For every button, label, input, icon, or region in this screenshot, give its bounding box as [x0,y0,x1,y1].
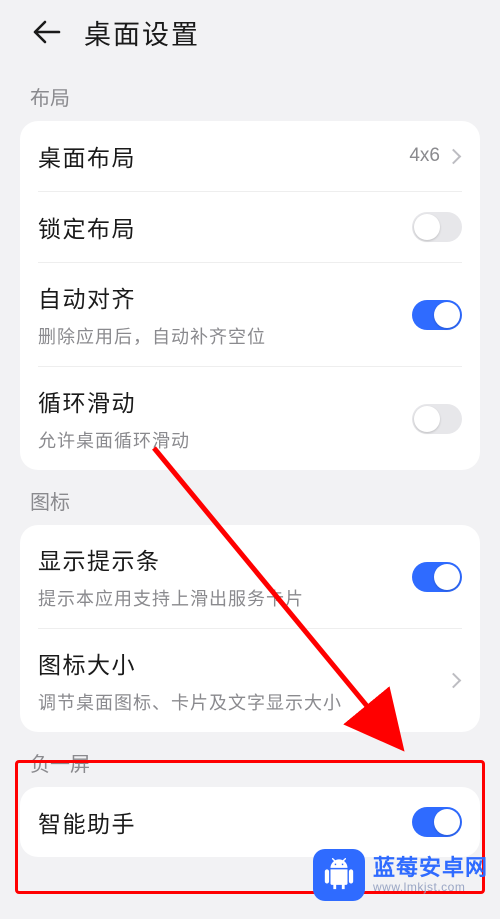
page-title: 桌面设置 [84,13,200,52]
toggle-loop-scroll[interactable] [412,404,462,434]
row-title: 锁定布局 [38,210,412,244]
toggle-assistant[interactable] [412,807,462,837]
row-hint-bar[interactable]: 显示提示条 提示本应用支持上滑出服务卡片 [20,525,480,628]
chevron-right-icon [446,673,462,689]
toggle-auto-align[interactable] [412,300,462,330]
section-label-icons: 图标 [0,470,500,525]
row-subtitle: 提示本应用支持上滑出服务卡片 [38,585,412,611]
row-title: 自动对齐 [38,280,412,314]
back-button[interactable] [28,14,64,50]
back-arrow-icon [31,19,61,45]
row-subtitle: 删除应用后，自动补齐空位 [38,323,412,349]
header: 桌面设置 [0,0,500,66]
row-subtitle: 允许桌面循环滑动 [38,427,412,453]
section-label-minus-one: 负一屏 [0,732,500,787]
row-layout-grid[interactable]: 桌面布局 4x6 [20,121,480,191]
row-loop-scroll[interactable]: 循环滑动 允许桌面循环滑动 [20,367,480,470]
row-icon-size[interactable]: 图标大小 调节桌面图标、卡片及文字显示大小 [20,629,480,732]
watermark-name: 蓝莓安卓网 [373,855,488,880]
group-minus-one: 智能助手 [20,787,480,857]
chevron-right-icon [446,148,462,164]
row-subtitle: 调节桌面图标、卡片及文字显示大小 [38,689,448,715]
row-assistant[interactable]: 智能助手 [20,787,480,857]
group-layout: 桌面布局 4x6 锁定布局 自动对齐 删除应用后，自动补齐空位 循环滑动 允许桌… [20,121,480,470]
row-value-layout-grid: 4x6 [409,145,440,167]
row-auto-align[interactable]: 自动对齐 删除应用后，自动补齐空位 [20,263,480,366]
row-title: 智能助手 [38,805,412,839]
toggle-lock-layout[interactable] [412,212,462,242]
toggle-hint-bar[interactable] [412,562,462,592]
row-title: 图标大小 [38,646,448,680]
row-title: 桌面布局 [38,139,409,173]
row-lock-layout[interactable]: 锁定布局 [20,192,480,262]
watermark-url: www.lmkjst.com [373,881,488,895]
row-title: 循环滑动 [38,384,412,418]
group-icons: 显示提示条 提示本应用支持上滑出服务卡片 图标大小 调节桌面图标、卡片及文字显示… [20,525,480,732]
section-label-layout: 布局 [0,66,500,121]
row-title: 显示提示条 [38,542,412,576]
